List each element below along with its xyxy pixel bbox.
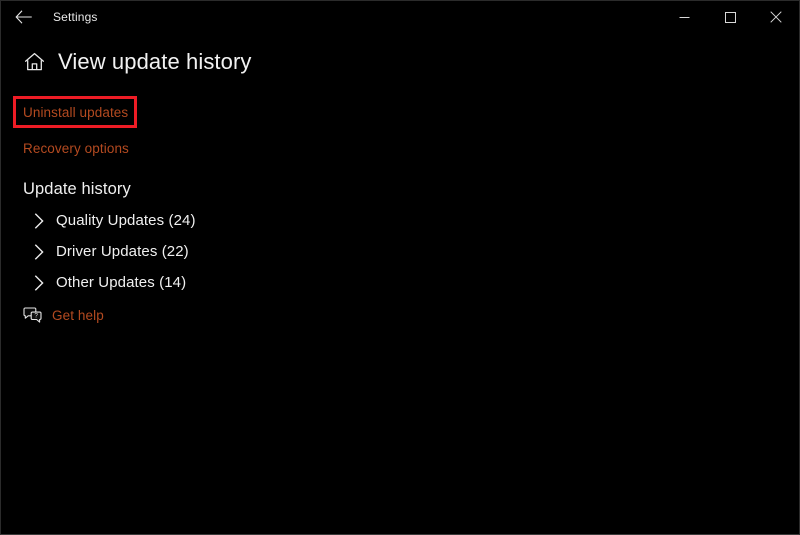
update-history-heading: Update history [23, 180, 131, 198]
recovery-options-link-row: Recovery options [23, 140, 129, 158]
expander-quality-updates[interactable]: Quality Updates (24) [23, 205, 443, 236]
settings-window: Settings View update history Uninstall u… [0, 0, 800, 535]
svg-text:?: ? [34, 312, 38, 319]
expander-driver-updates[interactable]: Driver Updates (22) [23, 236, 443, 267]
close-icon [770, 11, 782, 23]
update-history-section: Update history Quality Updates (24) Driv… [23, 180, 443, 298]
close-button[interactable] [753, 1, 799, 33]
maximize-icon [724, 11, 736, 23]
chevron-right-icon [31, 212, 48, 229]
get-help-link-row[interactable]: ? Get help [22, 305, 104, 325]
chevron-right-icon [31, 274, 48, 291]
home-icon [24, 52, 44, 71]
window-controls [661, 1, 799, 33]
title-bar: Settings [1, 1, 799, 33]
expander-label: Quality Updates (24) [56, 212, 196, 229]
uninstall-updates-link[interactable]: Uninstall updates [23, 105, 128, 120]
minimize-icon [679, 16, 689, 18]
maximize-button[interactable] [707, 1, 753, 33]
home-button[interactable] [23, 51, 45, 73]
expander-label: Driver Updates (22) [56, 243, 189, 260]
back-arrow-icon [14, 10, 32, 24]
expander-label: Other Updates (14) [56, 274, 187, 291]
uninstall-updates-link-row: Uninstall updates [23, 104, 128, 122]
page-title: View update history [58, 49, 252, 74]
expander-other-updates[interactable]: Other Updates (14) [23, 267, 443, 298]
back-button[interactable] [1, 2, 45, 33]
app-title: Settings [53, 10, 98, 24]
minimize-button[interactable] [661, 1, 707, 33]
page-header: View update history [1, 33, 799, 75]
get-help-link[interactable]: Get help [52, 308, 104, 323]
help-chat-icon: ? [22, 305, 42, 325]
recovery-options-link[interactable]: Recovery options [23, 141, 129, 156]
chevron-right-icon [31, 243, 48, 260]
